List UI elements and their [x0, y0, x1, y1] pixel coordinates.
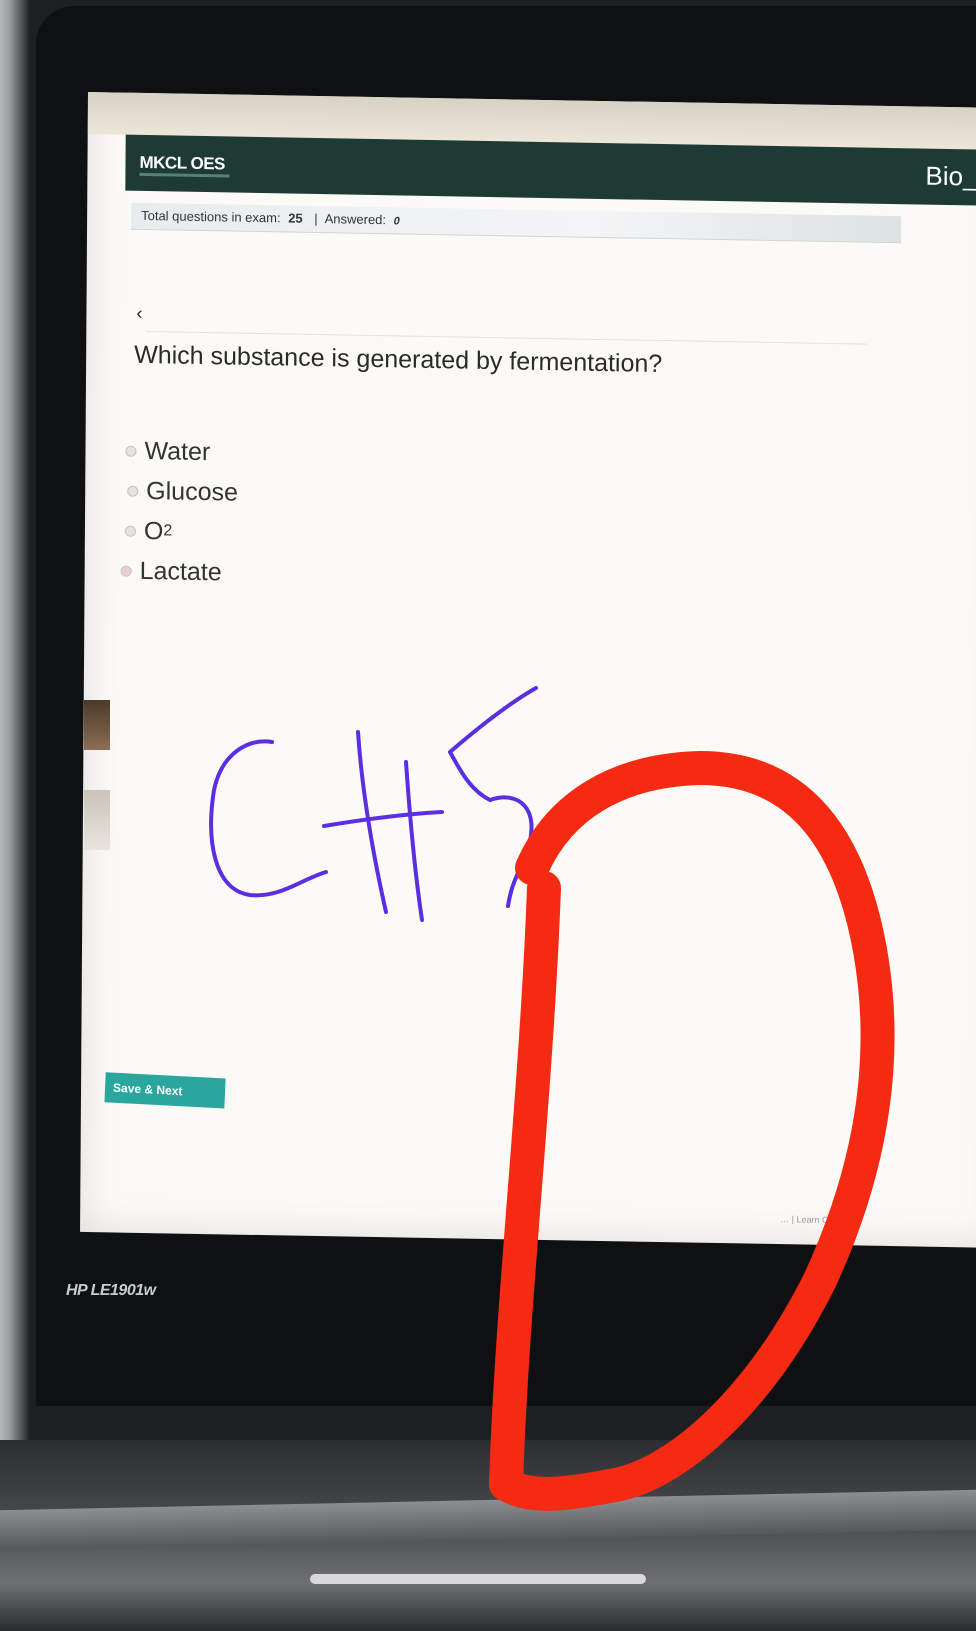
answer-options: Water Glucose O2 Lactate	[120, 431, 239, 593]
home-indicator[interactable]	[310, 1574, 646, 1584]
option-label: Glucose	[146, 476, 239, 507]
footer-text: … | Learn Chart	[780, 1214, 845, 1226]
option-subscript: 2	[163, 522, 173, 540]
answered-label: Answered:	[324, 211, 387, 228]
exam-screen: MKCL OES Bio_Q Total questions in exam: …	[80, 92, 976, 1248]
save-next-button[interactable]: Save & Next	[104, 1072, 226, 1109]
option-label: O	[143, 516, 164, 545]
photo-artifact	[84, 700, 110, 750]
option-label: Water	[144, 436, 211, 466]
previous-question-icon[interactable]: ‹	[136, 303, 142, 324]
option-lactate[interactable]: Lactate	[120, 551, 238, 593]
radio-icon[interactable]	[125, 445, 137, 457]
exam-status-bar: Total questions in exam: 25 | Answered: …	[131, 202, 902, 244]
app-brand: MKCL OES	[139, 152, 225, 174]
exam-title: Bio_Q	[925, 160, 976, 192]
option-label: Lactate	[139, 556, 222, 586]
photo-artifact	[84, 790, 110, 850]
option-oxygen[interactable]: O2	[124, 511, 238, 553]
radio-icon[interactable]	[120, 565, 132, 577]
total-questions-value: 25	[288, 210, 303, 226]
option-water[interactable]: Water	[125, 431, 238, 473]
status-separator: |	[314, 210, 318, 227]
radio-icon[interactable]	[124, 525, 136, 537]
option-glucose[interactable]: Glucose	[127, 471, 238, 513]
question-text: Which substance is generated by fermenta…	[134, 340, 663, 379]
brand-tagline	[139, 172, 230, 178]
total-questions-label: Total questions in exam:	[141, 207, 281, 226]
radio-icon[interactable]	[127, 485, 139, 497]
monitor-model-label: HP LE1901w	[66, 1282, 156, 1299]
answered-value: 0	[393, 215, 400, 228]
